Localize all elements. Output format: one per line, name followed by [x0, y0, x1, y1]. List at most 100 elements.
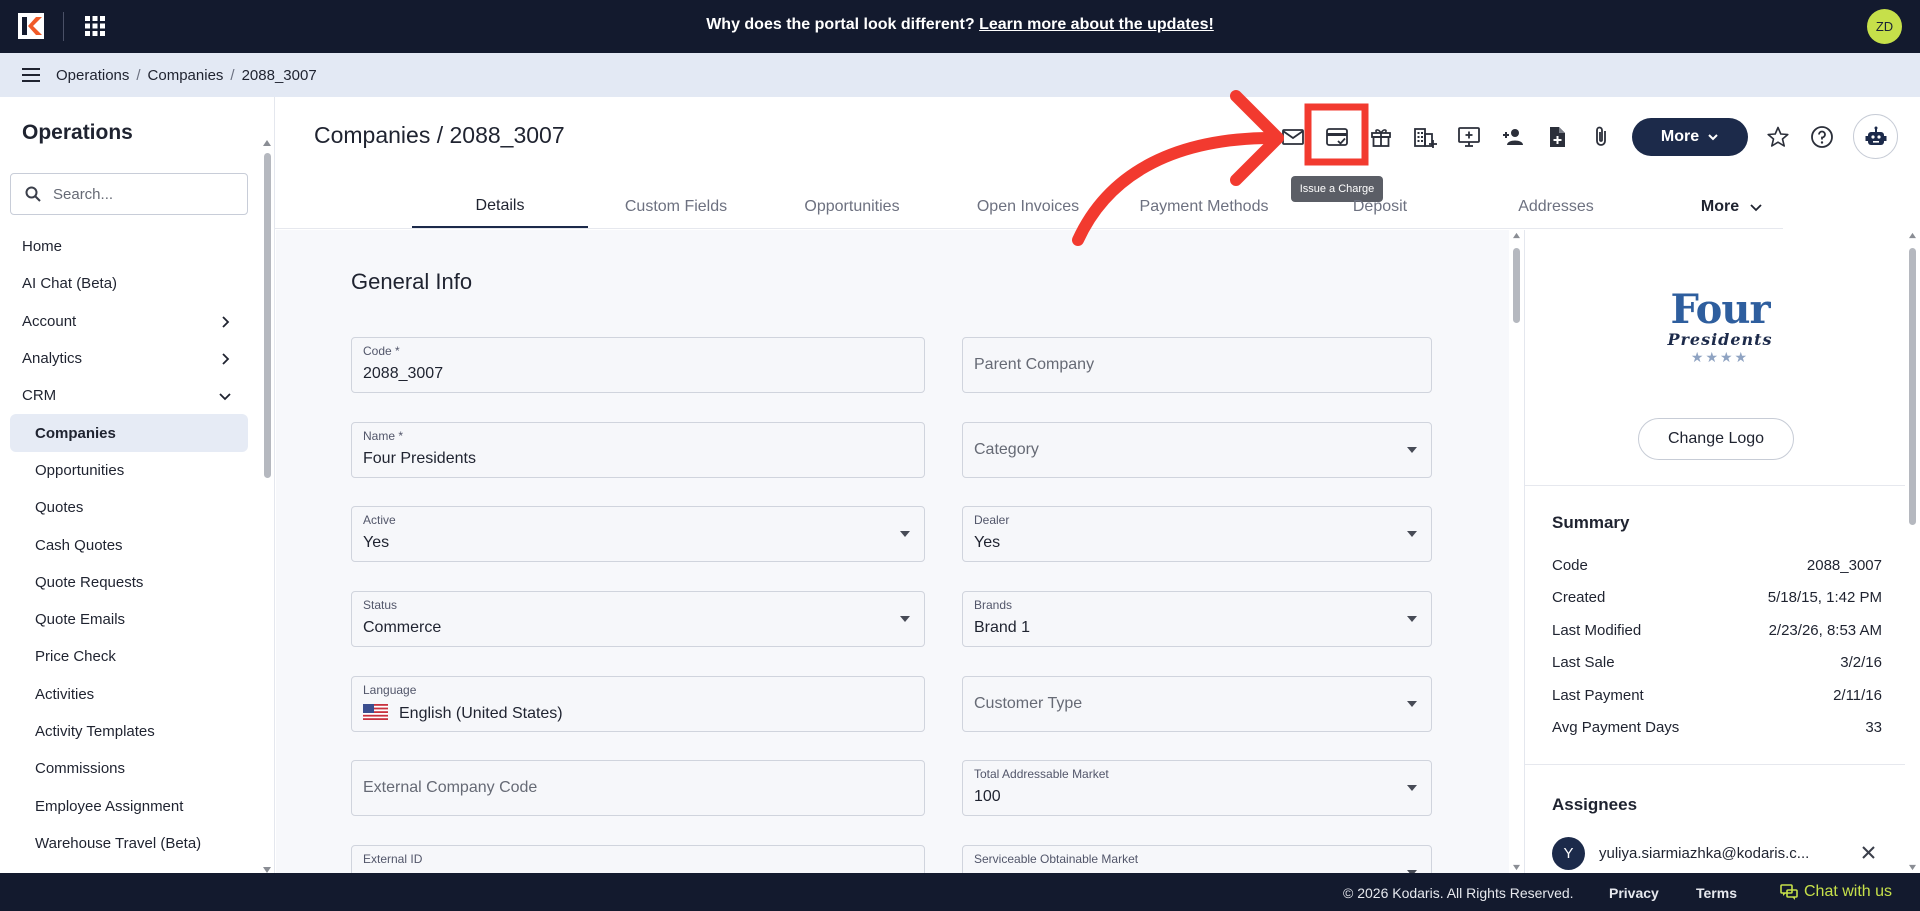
assignees-title: Assignees: [1552, 795, 1638, 814]
sidebar-item-home[interactable]: Home: [10, 228, 248, 265]
change-logo-button[interactable]: Change Logo: [1638, 418, 1794, 460]
announcement-text: Why does the portal look different?: [706, 16, 975, 33]
sidebar-item-ai-chat[interactable]: AI Chat (Beta): [10, 265, 248, 302]
scroll-up-arrow-icon[interactable]: [262, 139, 272, 147]
hamburger-menu-icon[interactable]: [22, 68, 40, 82]
tab-payment-methods[interactable]: Payment Methods: [1116, 186, 1292, 228]
total-addressable-market-select[interactable]: Total Addressable Market 100: [962, 760, 1432, 816]
scrollbar-thumb[interactable]: [1513, 248, 1520, 323]
summary-row: Code 2088_3007: [1552, 557, 1882, 574]
assignee-email[interactable]: yuliya.siarmiazhka@kodaris.c...: [1599, 845, 1809, 862]
summary-label: Code: [1552, 557, 1588, 574]
summary-row: Last Modified 2/23/26, 8:53 AM: [1552, 622, 1882, 639]
summary-value: 5/18/15, 1:42 PM: [1767, 589, 1882, 606]
sidebar-item-label: Opportunities: [35, 461, 125, 479]
serviceable-obtainable-market-select[interactable]: Serviceable Obtainable Market 10: [962, 845, 1432, 873]
category-select[interactable]: Category: [962, 422, 1432, 478]
add-document-button[interactable]: [1544, 124, 1570, 150]
tab-custom-fields[interactable]: Custom Fields: [588, 186, 764, 228]
sidebar-item-quote-emails[interactable]: Quote Emails: [10, 601, 248, 638]
attach-file-button[interactable]: [1588, 124, 1614, 150]
add-to-screen-button[interactable]: [1456, 124, 1482, 150]
summary-label: Last Modified: [1552, 622, 1642, 639]
tab-open-invoices[interactable]: Open Invoices: [940, 186, 1116, 228]
brands-select[interactable]: Brands Brand 1: [962, 591, 1432, 647]
summary-label: Last Payment: [1552, 687, 1644, 704]
chat-with-us-button[interactable]: Chat with us: [1780, 883, 1892, 901]
scroll-down-arrow-icon[interactable]: [1512, 864, 1521, 871]
sidebar-item-quotes[interactable]: Quotes: [10, 489, 248, 526]
scrollbar-thumb[interactable]: [264, 153, 271, 478]
assignee-item: Y yuliya.siarmiazhka@kodaris.c...: [1552, 836, 1882, 870]
sidebar-item-price-check[interactable]: Price Check: [10, 638, 248, 675]
field-placeholder: Customer Type: [974, 695, 1083, 712]
user-avatar[interactable]: ZD: [1867, 9, 1902, 44]
sidebar-item-quote-requests[interactable]: Quote Requests: [10, 564, 248, 601]
sidebar-item-activities[interactable]: Activities: [10, 676, 248, 713]
summary-value: 2088_3007: [1806, 557, 1882, 574]
summary-row: Last Payment 2/11/16: [1552, 687, 1882, 704]
sidebar-item-label: Activity Templates: [35, 723, 155, 740]
sidebar-item-activity-templates[interactable]: Activity Templates: [10, 713, 248, 750]
sidebar-item-label: Analytics: [22, 350, 83, 368]
field-label: Serviceable Obtainable Market: [974, 852, 1139, 866]
favorite-button[interactable]: [1765, 124, 1791, 150]
breadcrumb-separator: /: [136, 66, 141, 84]
add-person-icon: [1503, 129, 1523, 145]
form-scrollbar[interactable]: [1509, 230, 1523, 873]
learn-more-link[interactable]: Learn more about the updates!: [979, 16, 1214, 33]
scroll-down-arrow-icon[interactable]: [1908, 864, 1917, 871]
scroll-up-arrow-icon[interactable]: [1908, 232, 1917, 239]
field-placeholder: Parent Company: [974, 356, 1095, 373]
sidebar-item-analytics[interactable]: Analytics: [10, 340, 248, 377]
status-select[interactable]: Status Commerce: [351, 591, 925, 647]
language-field[interactable]: Language English (United States): [351, 676, 925, 732]
external-id-field[interactable]: External ID 20277: [351, 845, 925, 873]
send-email-button[interactable]: [1280, 124, 1306, 150]
breadcrumb-operations[interactable]: Operations: [56, 67, 129, 84]
sidebar-search[interactable]: [10, 173, 248, 215]
tab-opportunities[interactable]: Opportunities: [764, 186, 940, 228]
add-company-button[interactable]: [1412, 124, 1438, 150]
sidebar-item-opportunities[interactable]: Opportunities: [10, 452, 248, 489]
close-icon[interactable]: [1861, 845, 1876, 860]
sidebar-scrollbar[interactable]: [261, 139, 273, 874]
search-input[interactable]: [53, 185, 233, 203]
tab-deposit[interactable]: Deposit: [1292, 186, 1468, 228]
summary-value: 3/2/16: [1840, 654, 1882, 671]
scrollbar-thumb[interactable]: [1909, 248, 1916, 525]
page-title: Companies / 2088_3007: [314, 122, 565, 148]
summary-row: Created 5/18/15, 1:42 PM: [1552, 589, 1882, 606]
sidebar-item-commissions[interactable]: Commissions: [10, 750, 248, 787]
dealer-select[interactable]: Dealer Yes: [962, 506, 1432, 562]
terms-link[interactable]: Terms: [1696, 885, 1737, 901]
field-label: Status: [363, 598, 398, 612]
active-select[interactable]: Active Yes: [351, 506, 925, 562]
sidebar-item-crm[interactable]: CRM: [10, 377, 248, 414]
sidebar-item-warehouse-travel[interactable]: Warehouse Travel (Beta): [10, 825, 248, 862]
scroll-up-arrow-icon[interactable]: [1512, 232, 1521, 239]
assignee-avatar: Y: [1552, 836, 1585, 870]
name-field[interactable]: Name * Four Presidents: [351, 422, 925, 478]
sidebar-item-employee-assignment[interactable]: Employee Assignment: [10, 787, 248, 824]
ai-assistant-button[interactable]: [1853, 114, 1898, 159]
sidebar-item-account[interactable]: Account: [10, 303, 248, 340]
issue-charge-button[interactable]: [1324, 124, 1350, 150]
add-person-button[interactable]: [1500, 124, 1526, 150]
parent-company-field[interactable]: Parent Company: [962, 337, 1432, 393]
sidebar-item-cash-quotes[interactable]: Cash Quotes: [10, 526, 248, 563]
panel-scrollbar[interactable]: [1904, 230, 1920, 873]
help-button[interactable]: [1809, 124, 1835, 150]
code-field[interactable]: Code * 2088_3007: [351, 337, 925, 393]
more-actions-button[interactable]: More: [1632, 118, 1748, 156]
tab-details[interactable]: Details: [412, 186, 588, 228]
breadcrumb-companies[interactable]: Companies: [148, 67, 224, 84]
tab-addresses[interactable]: Addresses: [1468, 186, 1644, 228]
privacy-link[interactable]: Privacy: [1609, 885, 1659, 901]
customer-type-select[interactable]: Customer Type: [962, 676, 1432, 732]
company-logo: Four Presidents ★★★★: [1665, 290, 1775, 370]
sidebar-item-companies[interactable]: Companies: [10, 414, 248, 452]
external-company-code-field[interactable]: External Company Code: [351, 760, 925, 816]
tab-more[interactable]: More: [1644, 186, 1820, 228]
gift-button[interactable]: [1368, 124, 1394, 150]
